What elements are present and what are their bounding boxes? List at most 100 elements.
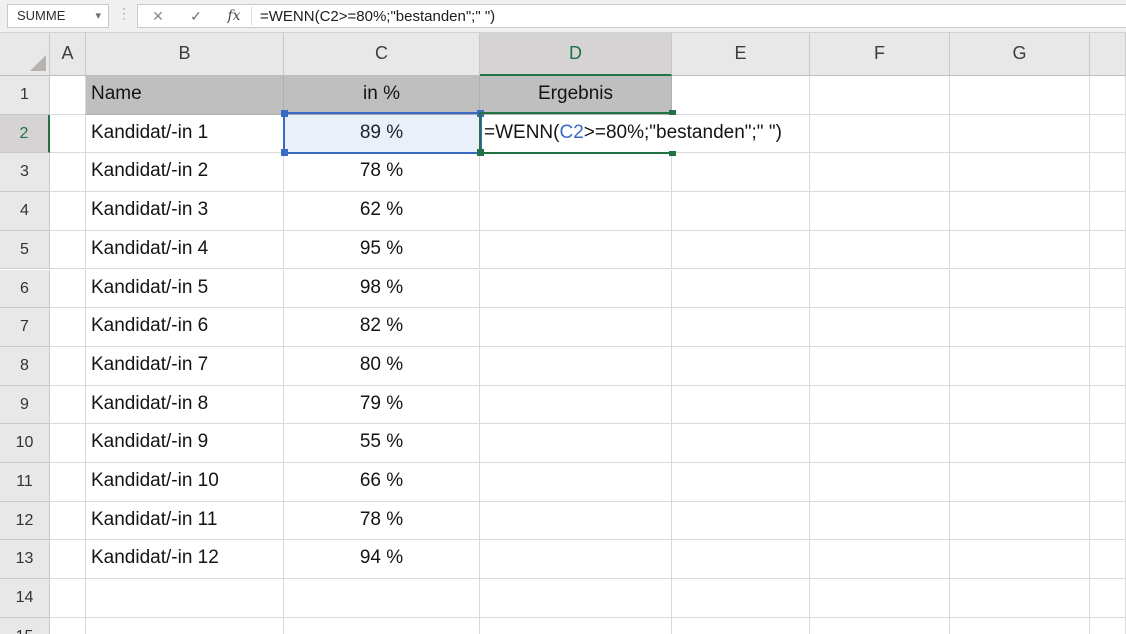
cell-B2[interactable]: Kandidat/-in 1	[86, 115, 284, 154]
cell-C1[interactable]: in %	[284, 76, 480, 115]
cell-E11[interactable]	[672, 463, 810, 502]
cell-G2[interactable]	[950, 115, 1090, 154]
column-header-C[interactable]: C	[284, 33, 480, 76]
cell-G11[interactable]	[950, 463, 1090, 502]
cell-F11[interactable]	[810, 463, 950, 502]
cell-H12[interactable]	[1090, 502, 1126, 541]
cell-F3[interactable]	[810, 153, 950, 192]
column-header-B[interactable]: B	[86, 33, 284, 76]
cell-H1[interactable]	[1090, 76, 1126, 115]
cell-D14[interactable]	[480, 579, 672, 618]
cell-H11[interactable]	[1090, 463, 1126, 502]
cell-D15[interactable]	[480, 618, 672, 634]
cell-B14[interactable]	[86, 579, 284, 618]
cell-A6[interactable]	[50, 270, 86, 309]
cell-B13[interactable]: Kandidat/-in 12	[86, 540, 284, 579]
cell-H7[interactable]	[1090, 308, 1126, 347]
cell-C3[interactable]: 78 %	[284, 153, 480, 192]
cell-E14[interactable]	[672, 579, 810, 618]
cell-C9[interactable]: 79 %	[284, 386, 480, 425]
cell-A9[interactable]	[50, 386, 86, 425]
column-header-H[interactable]	[1090, 33, 1126, 76]
cell-H13[interactable]	[1090, 540, 1126, 579]
cell-D7[interactable]	[480, 308, 672, 347]
cell-C10[interactable]: 55 %	[284, 424, 480, 463]
cell-A7[interactable]	[50, 308, 86, 347]
cell-D13[interactable]	[480, 540, 672, 579]
cell-A2[interactable]	[50, 115, 86, 154]
cell-B7[interactable]: Kandidat/-in 6	[86, 308, 284, 347]
cell-G5[interactable]	[950, 231, 1090, 270]
cell-A13[interactable]	[50, 540, 86, 579]
cell-A14[interactable]	[50, 579, 86, 618]
column-header-F[interactable]: F	[810, 33, 950, 76]
cell-F15[interactable]	[810, 618, 950, 634]
cell-E15[interactable]	[672, 618, 810, 634]
cell-A15[interactable]	[50, 618, 86, 634]
cell-E3[interactable]	[672, 153, 810, 192]
cell-F8[interactable]	[810, 347, 950, 386]
cell-H15[interactable]	[1090, 618, 1126, 634]
cell-C6[interactable]: 98 %	[284, 270, 480, 309]
cell-H6[interactable]	[1090, 270, 1126, 309]
row-header-11[interactable]: 11	[0, 463, 50, 502]
formula-input[interactable]: =WENN(C2>=80%;"bestanden";" ")	[260, 8, 495, 25]
cell-D6[interactable]	[480, 270, 672, 309]
row-header-12[interactable]: 12	[0, 502, 50, 541]
name-box[interactable]: SUMME ▾	[7, 4, 109, 28]
cell-E6[interactable]	[672, 270, 810, 309]
cell-C4[interactable]: 62 %	[284, 192, 480, 231]
row-header-1[interactable]: 1	[0, 76, 50, 115]
cell-F7[interactable]	[810, 308, 950, 347]
cell-A8[interactable]	[50, 347, 86, 386]
row-header-7[interactable]: 7	[0, 308, 50, 347]
cell-G9[interactable]	[950, 386, 1090, 425]
cell-B8[interactable]: Kandidat/-in 7	[86, 347, 284, 386]
cell-H14[interactable]	[1090, 579, 1126, 618]
cell-C8[interactable]: 80 %	[284, 347, 480, 386]
cell-E12[interactable]	[672, 502, 810, 541]
cell-G13[interactable]	[950, 540, 1090, 579]
row-header-10[interactable]: 10	[0, 424, 50, 463]
row-header-2[interactable]: 2	[0, 115, 50, 154]
cell-H2[interactable]	[1090, 115, 1126, 154]
row-header-14[interactable]: 14	[0, 579, 50, 618]
cell-A5[interactable]	[50, 231, 86, 270]
cell-F9[interactable]	[810, 386, 950, 425]
cell-F5[interactable]	[810, 231, 950, 270]
cell-E8[interactable]	[672, 347, 810, 386]
row-header-15[interactable]: 15	[0, 618, 50, 634]
cell-B4[interactable]: Kandidat/-in 3	[86, 192, 284, 231]
cell-B1[interactable]: Name	[86, 76, 284, 115]
cell-D5[interactable]	[480, 231, 672, 270]
row-header-3[interactable]: 3	[0, 153, 50, 192]
cell-D10[interactable]	[480, 424, 672, 463]
cell-H10[interactable]	[1090, 424, 1126, 463]
cell-C15[interactable]	[284, 618, 480, 634]
cancel-icon[interactable]: ✕	[146, 6, 170, 26]
cell-G3[interactable]	[950, 153, 1090, 192]
cell-F13[interactable]	[810, 540, 950, 579]
cell-H5[interactable]	[1090, 231, 1126, 270]
cell-C11[interactable]: 66 %	[284, 463, 480, 502]
row-header-8[interactable]: 8	[0, 347, 50, 386]
row-header-5[interactable]: 5	[0, 231, 50, 270]
cell-C13[interactable]: 94 %	[284, 540, 480, 579]
select-all-corner[interactable]	[0, 33, 50, 76]
cell-F1[interactable]	[810, 76, 950, 115]
cell-B3[interactable]: Kandidat/-in 2	[86, 153, 284, 192]
cell-E1[interactable]	[672, 76, 810, 115]
cell-G8[interactable]	[950, 347, 1090, 386]
cell-D9[interactable]	[480, 386, 672, 425]
cell-B5[interactable]: Kandidat/-in 4	[86, 231, 284, 270]
column-header-A[interactable]: A	[50, 33, 86, 76]
cell-G4[interactable]	[950, 192, 1090, 231]
row-header-6[interactable]: 6	[0, 270, 50, 309]
cell-E10[interactable]	[672, 424, 810, 463]
cell-G14[interactable]	[950, 579, 1090, 618]
cell-D1[interactable]: Ergebnis	[480, 76, 672, 115]
column-header-E[interactable]: E	[672, 33, 810, 76]
cell-B12[interactable]: Kandidat/-in 11	[86, 502, 284, 541]
cell-D4[interactable]	[480, 192, 672, 231]
cell-F12[interactable]	[810, 502, 950, 541]
